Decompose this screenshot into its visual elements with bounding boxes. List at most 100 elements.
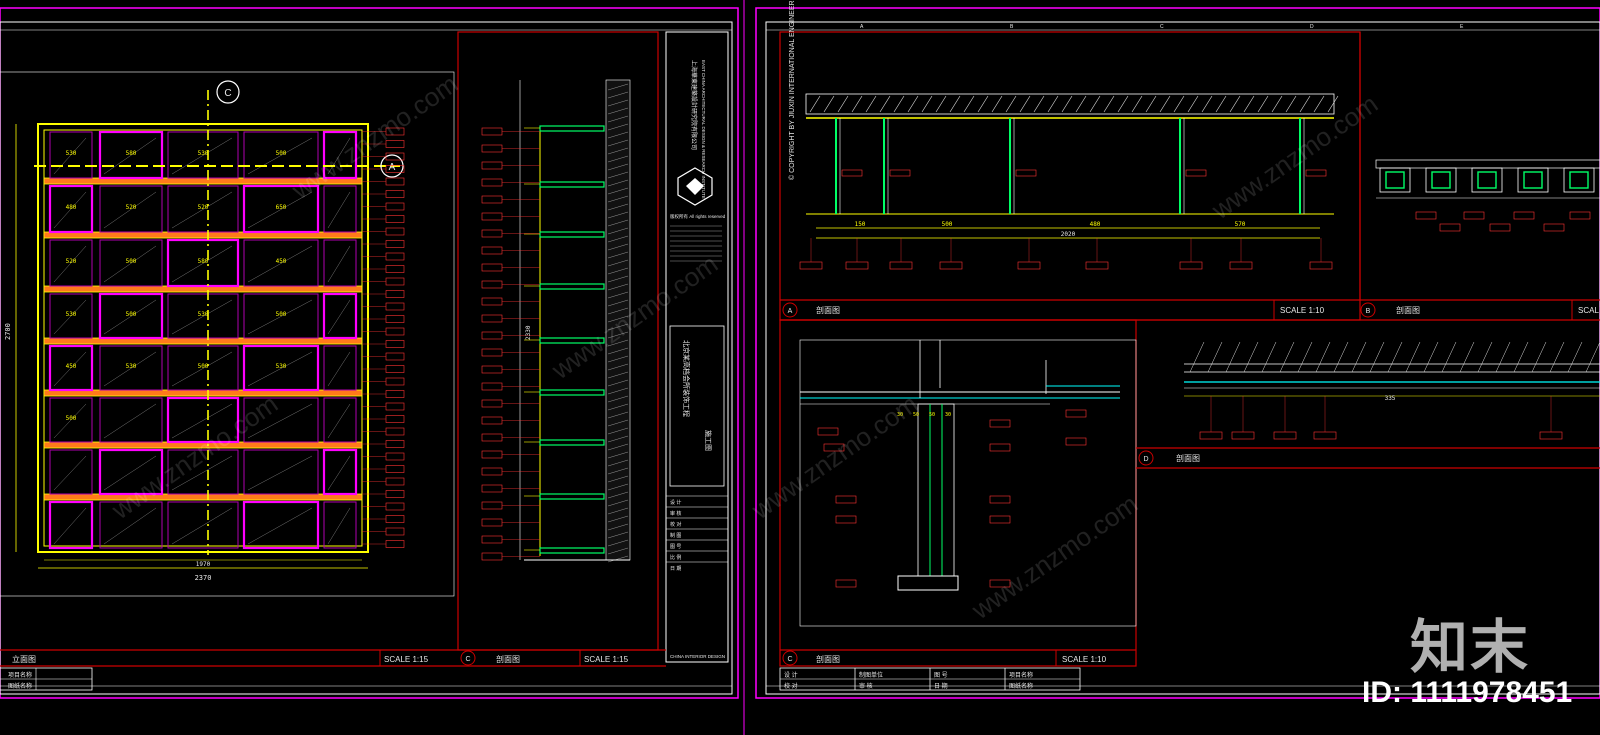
title-block-row-label: 比 例 bbox=[670, 554, 681, 561]
cell-dim: 530 bbox=[276, 363, 287, 370]
slab-hatch bbox=[879, 95, 891, 113]
section-height-dim: 2330 bbox=[525, 325, 532, 340]
cell-dim: 520 bbox=[66, 258, 77, 265]
section-shelf bbox=[539, 231, 605, 238]
annotation-tag bbox=[481, 127, 503, 136]
annotation-tag bbox=[1305, 169, 1327, 177]
annotation-tag bbox=[385, 215, 405, 223]
view-c-marker-label: C bbox=[787, 656, 792, 663]
slab-hatch bbox=[1495, 341, 1511, 373]
cell-diagonal bbox=[327, 299, 351, 335]
annotation-tag bbox=[481, 212, 503, 221]
slab-hatch bbox=[1297, 341, 1313, 373]
title-block-company-en: EAST CHINA ARCHITECTURAL DESIGN & RESEAR… bbox=[701, 60, 706, 199]
section-shelf bbox=[539, 389, 605, 396]
annotation-tag bbox=[1513, 211, 1535, 220]
title-block-row-label: 制 图 bbox=[670, 532, 681, 539]
slab-hatch bbox=[1189, 341, 1205, 373]
annotation-tag bbox=[1313, 431, 1337, 440]
slab-hatch bbox=[809, 95, 821, 113]
cell-frame bbox=[323, 397, 357, 443]
view-b-profile-core bbox=[1477, 171, 1497, 189]
annotation-tag bbox=[481, 331, 503, 340]
annotation-tag bbox=[1569, 211, 1591, 220]
slab-hatch bbox=[823, 95, 835, 113]
section-shelf bbox=[539, 493, 605, 500]
left-sheet: 530 580 530 500 480 520 520 650 520 500 580 450 530 5… bbox=[0, 21, 733, 695]
copyright-vertical: © COPYRIGHT BY JIUXIN INTERNATIONAL ENGI… bbox=[788, 0, 796, 180]
annotation-tag bbox=[1539, 431, 1563, 440]
slab-hatch bbox=[1285, 95, 1297, 113]
slab-hatch bbox=[1159, 95, 1171, 113]
slab-hatch bbox=[1351, 341, 1367, 373]
height-dim: 2700 bbox=[4, 323, 12, 340]
annotation-tag bbox=[989, 419, 1011, 428]
slab-hatch bbox=[1567, 341, 1583, 373]
view-c-column bbox=[917, 403, 955, 577]
slab-hatch bbox=[1585, 341, 1600, 373]
slab-hatch bbox=[1531, 341, 1547, 373]
slab-hatch bbox=[1131, 95, 1143, 113]
front-view-scale: SCALE 1:15 bbox=[384, 655, 429, 664]
cell-frame bbox=[323, 345, 357, 391]
annotation-tag bbox=[385, 302, 405, 311]
slab-hatch bbox=[977, 95, 989, 113]
annotation-tag bbox=[385, 540, 405, 548]
view-b-marker-label: B bbox=[1366, 308, 1371, 315]
right-sheet: ABCDEF © COPYRIGHT BY JIUXIN INTERNATION… bbox=[765, 0, 1600, 695]
slab-hatch bbox=[837, 95, 849, 113]
slab-hatch bbox=[1229, 95, 1241, 113]
cell-frame bbox=[99, 397, 163, 443]
watermark-site-text: www.znzmo.com bbox=[965, 488, 1143, 625]
view-a-dim: 500 bbox=[942, 221, 953, 228]
slab-hatch bbox=[1187, 95, 1199, 113]
annotation-tag bbox=[481, 161, 503, 170]
slab-hatch bbox=[1117, 95, 1129, 113]
annotation-tag bbox=[385, 365, 405, 373]
annotation-tag bbox=[481, 552, 503, 561]
slab-hatch bbox=[1075, 95, 1087, 113]
title-block-copyright: 版权所有 All rights reserved bbox=[670, 213, 726, 220]
cell-dim: 530 bbox=[66, 150, 77, 157]
section-shelf bbox=[539, 547, 605, 554]
cell-frame bbox=[167, 501, 239, 549]
slab-hatch bbox=[1549, 341, 1565, 373]
cell-frame bbox=[323, 501, 357, 549]
annotation-tag bbox=[385, 327, 405, 336]
cell-dim: 500 bbox=[276, 311, 287, 318]
annotation-tag bbox=[481, 399, 503, 408]
slab-hatch bbox=[963, 95, 975, 113]
annotation-tag bbox=[481, 178, 503, 187]
slab-hatch bbox=[1405, 341, 1421, 373]
annotation-tag bbox=[385, 290, 405, 298]
border-letter: E bbox=[1460, 24, 1464, 30]
info-cell-label: 日 期 bbox=[934, 682, 948, 690]
left-info-row-2: 图纸名称 bbox=[8, 682, 32, 690]
cell-frame bbox=[322, 448, 358, 496]
annotation-tag bbox=[385, 490, 405, 498]
slab-hatch bbox=[1201, 95, 1213, 113]
annotation-tag bbox=[1463, 211, 1485, 220]
annotation-tag bbox=[799, 261, 823, 270]
annotation-tag bbox=[845, 261, 869, 270]
view-a-marker-label: A bbox=[788, 308, 793, 315]
slab-hatch bbox=[1215, 95, 1227, 113]
view-a-title: 剖面图 bbox=[816, 305, 840, 315]
slab-hatch bbox=[1173, 95, 1185, 113]
section-shelf bbox=[539, 283, 605, 290]
annotation-tag bbox=[1415, 211, 1437, 220]
section-marker-a-label: A bbox=[389, 162, 396, 173]
title-block-project: 北京某高档会所装饰工程 bbox=[682, 340, 691, 417]
cell-dim: 500 bbox=[66, 415, 77, 422]
cell-dim: 500 bbox=[276, 150, 287, 157]
section-view-title: 剖面图 bbox=[496, 654, 520, 664]
annotation-tag bbox=[385, 177, 405, 186]
view-a-total-dim: 2020 bbox=[1061, 231, 1076, 238]
annotation-tag bbox=[481, 365, 503, 374]
annotation-tag bbox=[385, 415, 405, 423]
cell-dim: 580 bbox=[198, 258, 209, 265]
slab-hatch bbox=[1103, 95, 1115, 113]
annotation-tag bbox=[889, 261, 913, 270]
left-info-row-1: 项目名称 bbox=[8, 671, 32, 679]
view-b-profiles bbox=[1379, 167, 1595, 193]
